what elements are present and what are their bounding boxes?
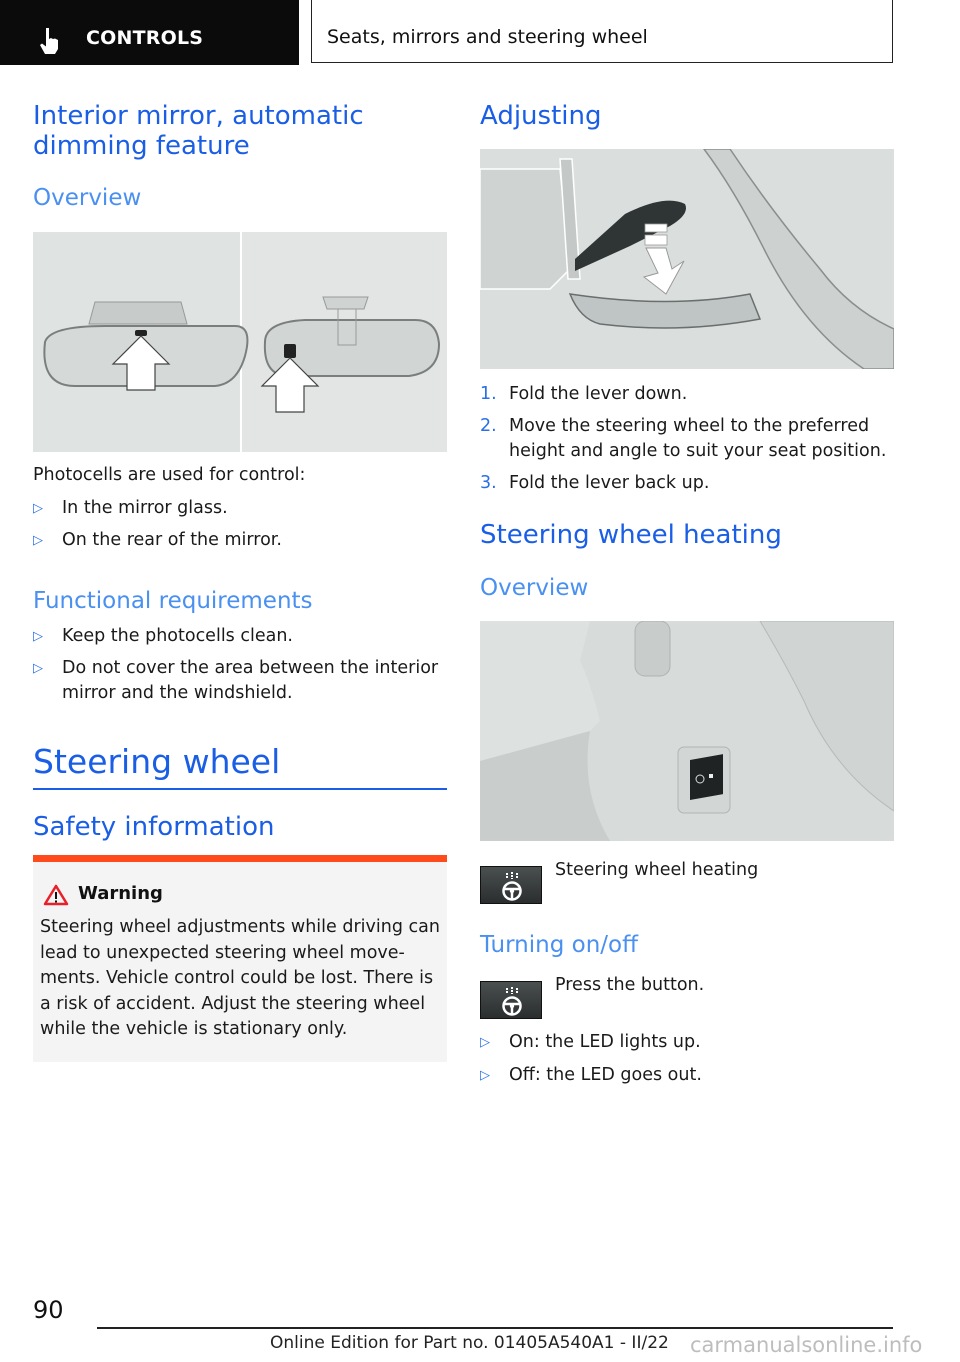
functional-requirements-heading: Functional requirements — [33, 588, 313, 614]
page-number: 90 — [33, 1296, 64, 1324]
pointing-hand-icon — [40, 28, 58, 54]
step-item: 1. Fold the lever down. — [480, 384, 688, 404]
warning-title: Warning — [78, 883, 163, 904]
steering-wheel-heating-button-illustration — [480, 621, 894, 841]
edition-text: Online Edition for Part no. 01405A540A1 … — [270, 1333, 669, 1353]
heating-button-icon — [690, 754, 723, 800]
bullet-triangle-icon: ▷ — [33, 629, 43, 644]
section-label: CONTROLS — [86, 27, 204, 49]
safety-information-heading: Safety information — [33, 812, 275, 842]
warning-bar — [33, 855, 447, 862]
warning-triangle-icon — [43, 884, 69, 906]
adjusting-figure — [480, 149, 894, 369]
turning-on-off-heading: Turning on/off — [480, 932, 638, 958]
steering-wheel-heating-heading: Steering wheel heating — [480, 520, 782, 550]
list-item: ▷ Keep the photocells clean. — [33, 624, 447, 649]
steering-wheel-title: Steering wheel — [33, 742, 281, 781]
heated-steering-wheel-icon — [502, 987, 522, 1016]
warning-body: Steering wheel adjustments while driving… — [40, 917, 440, 1039]
list-item: ▷ On the rear of the mirror. — [33, 528, 447, 553]
heated-steering-wheel-icon — [502, 872, 522, 901]
title-rule — [33, 788, 447, 790]
bullet-triangle-icon: ▷ — [480, 1068, 490, 1083]
press-button-instruction: Press the button. — [555, 975, 705, 995]
heating-overview-heading: Overview — [480, 575, 589, 601]
list-item: ▷ Do not cover the area between the inte… — [33, 658, 439, 703]
list-item: ▷ Off: the LED goes out. — [480, 1063, 894, 1088]
steering-wheel-heating-button[interactable] — [480, 981, 542, 1019]
footer-rule — [97, 1327, 893, 1329]
adjusting-heading: Adjusting — [480, 101, 602, 131]
steering-wheel-heating-button[interactable] — [480, 866, 542, 904]
heating-button-label: Steering wheel heating — [555, 860, 759, 880]
photocells-intro: Photocells are used for control: — [33, 465, 306, 485]
steering-column-lever-illustration — [480, 149, 894, 369]
list-item: ▷ In the mirror glass. — [33, 496, 447, 521]
bullet-triangle-icon: ▷ — [33, 501, 43, 516]
mirror-section-title: Interior mirror, automatic dimming featu… — [33, 101, 364, 161]
section-tab: CONTROLS — [0, 0, 299, 65]
step-item: 3. Fold the lever back up. — [480, 473, 710, 493]
list-item: ▷ On: the LED lights up. — [480, 1030, 894, 1055]
mirror-overview-heading: Overview — [33, 185, 142, 211]
heating-figure — [480, 621, 894, 841]
bullet-triangle-icon: ▷ — [480, 1035, 490, 1050]
chapter-tab: Seats, mirrors and steering wheel — [311, 0, 893, 63]
bullet-triangle-icon: ▷ — [33, 533, 43, 548]
interior-mirror-photocells-illustration — [33, 232, 447, 452]
bullet-triangle-icon: ▷ — [33, 661, 43, 676]
mirror-figure — [33, 232, 447, 452]
chapter-title: Seats, mirrors and steering wheel — [327, 26, 648, 48]
step-item: 2. Move the steering wheel to the prefer… — [480, 416, 887, 461]
watermark: carmanualsonline.info — [690, 1333, 923, 1357]
warning-box: Warning Steering wheel adjustments while… — [33, 855, 447, 1062]
